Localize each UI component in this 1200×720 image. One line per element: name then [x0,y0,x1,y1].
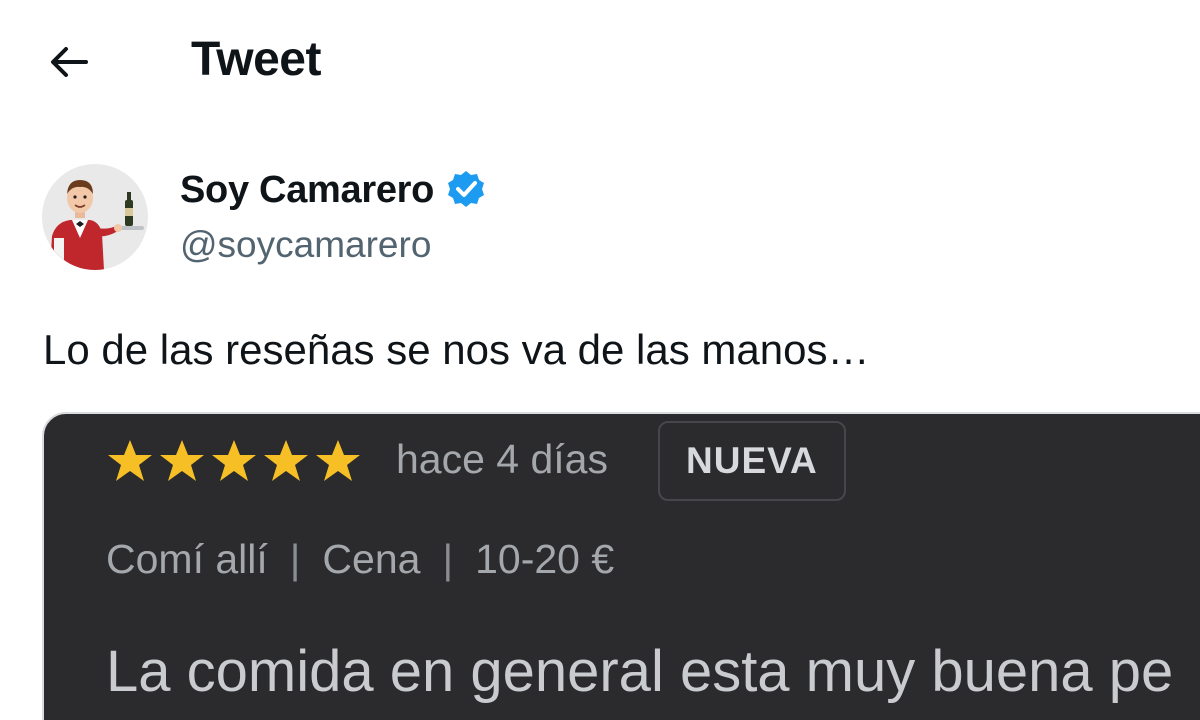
star-icon [314,438,362,484]
tweet-text: Lo de las reseñas se nos va de las manos… [43,326,870,373]
star-rating [106,438,362,484]
star-icon [106,438,154,484]
meta-meal: Cena [322,536,421,582]
meta-price: 10-20 € [475,536,615,582]
arrow-left-icon [46,40,90,89]
media-card[interactable]: hace 4 días NUEVA Comí allí | Cena | 10-… [42,412,1200,720]
review-body: La comida en general esta muy buena pe [106,639,1174,704]
tweet-page: Tweet Soy Camarero @soycamarero Lo de la… [0,0,1200,720]
meta-separator: | [289,536,301,582]
author-name[interactable]: Soy Camarero [180,168,488,212]
review-date: hace 4 días [396,436,608,482]
star-icon [262,438,310,484]
meta-visit: Comí allí [106,536,268,582]
page-title: Tweet [191,33,321,86]
review-meta: Comí allí | Cena | 10-20 € [106,536,614,583]
new-badge: NUEVA [658,421,846,501]
star-icon [158,438,206,484]
star-icon [210,438,258,484]
author-handle[interactable]: @soycamarero [180,224,431,266]
verified-badge-icon [444,168,488,212]
meta-separator: | [442,536,454,582]
back-button[interactable] [40,38,96,90]
author-name-text: Soy Camarero [180,168,435,211]
avatar[interactable] [42,164,148,270]
